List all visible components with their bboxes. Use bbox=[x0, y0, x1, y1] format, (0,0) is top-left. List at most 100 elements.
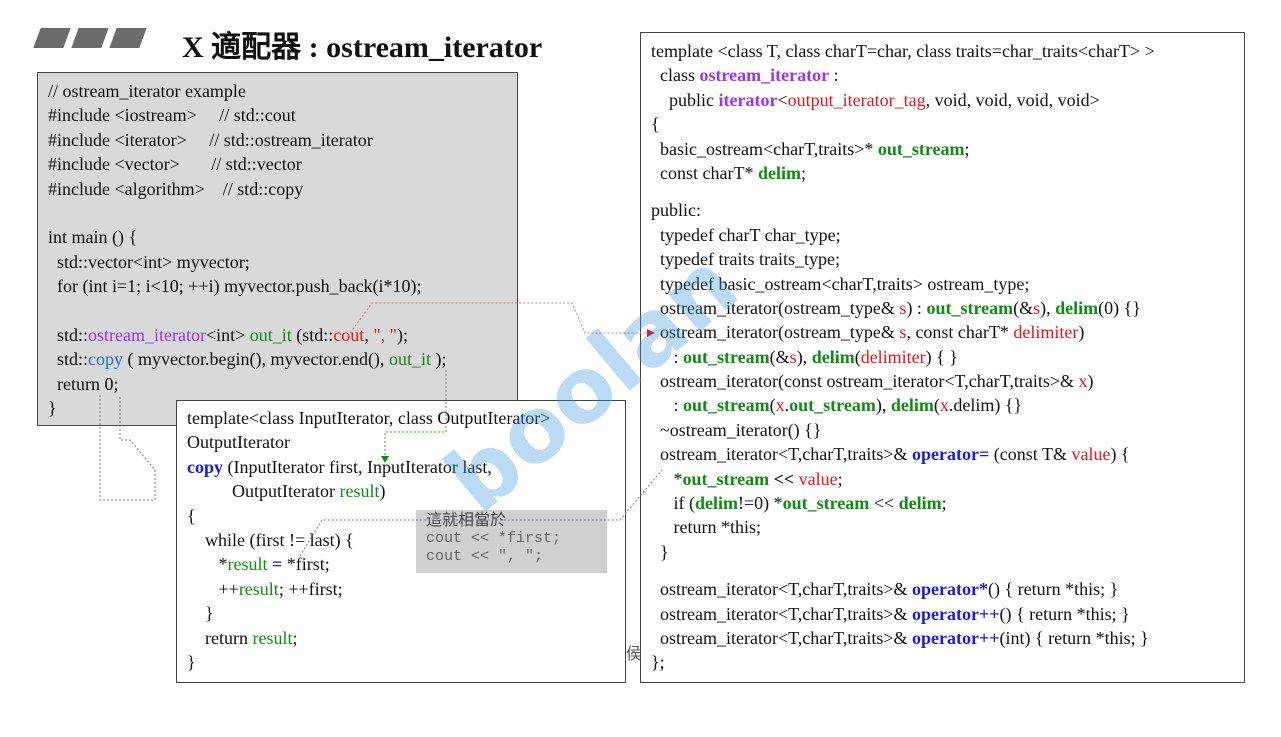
code-token: operator= bbox=[912, 444, 990, 465]
code-line: ostream_iterator(ostream_type& s) : out_… bbox=[651, 296, 1234, 320]
code-token: ostream_iterator(ostream_type& bbox=[651, 297, 900, 318]
code-token: out_it bbox=[249, 324, 292, 345]
code-token: ) { } bbox=[925, 346, 958, 367]
equivalence-note: 這就相當於 cout << *first; cout << ", "; bbox=[416, 510, 607, 573]
code-token: , const charT* bbox=[906, 322, 1014, 343]
code-token: ) { bbox=[1110, 444, 1130, 465]
code-token: ; bbox=[800, 162, 806, 183]
code-token: class bbox=[651, 65, 700, 86]
code-token: delim bbox=[757, 162, 801, 183]
code-token: x bbox=[775, 395, 785, 416]
code-line: public iterator<output_iterator_tag, voi… bbox=[651, 88, 1234, 112]
code-token: delim bbox=[811, 346, 855, 367]
code-token: result bbox=[339, 481, 380, 502]
code-token: out_stream bbox=[789, 395, 876, 416]
code-token: typedef traits traits_type; bbox=[651, 249, 840, 270]
code-token: return *this; bbox=[651, 517, 762, 538]
code-line: return 0; bbox=[48, 372, 507, 396]
code-token: ostream_iterator<T,charT,traits>& bbox=[651, 627, 913, 648]
code-token: (& bbox=[769, 346, 790, 367]
code-token: output_iterator_tag bbox=[787, 89, 926, 110]
code-token: ; bbox=[964, 138, 970, 159]
code-token: const charT* bbox=[651, 162, 758, 183]
code-line: } bbox=[651, 540, 1234, 564]
code-line: std::copy ( myvector.begin(), myvector.e… bbox=[48, 347, 507, 371]
code-token: while (first != last) { bbox=[187, 529, 354, 550]
code-line: #include <iostream> // std::cout bbox=[48, 103, 507, 127]
code-token: delim bbox=[695, 493, 738, 514]
code-line: for (int i=1; i<10; ++i) myvector.push_b… bbox=[48, 274, 507, 298]
code-token: typedef charT char_type; bbox=[651, 224, 841, 245]
code-token: ", " bbox=[373, 324, 398, 345]
code-token: }; bbox=[651, 652, 665, 673]
code-line: } bbox=[187, 650, 615, 674]
code-token: .delim) {} bbox=[948, 395, 1023, 416]
code-line: std::ostream_iterator<int> out_it (std::… bbox=[48, 323, 507, 347]
code-token: std::vector<int> myvector; bbox=[48, 251, 250, 272]
code-line: ++result; ++first; bbox=[187, 577, 615, 601]
code-token: ; bbox=[292, 627, 298, 648]
code-line: const charT* delim; bbox=[651, 161, 1234, 185]
code-token: ostream_iterator<T,charT,traits>& bbox=[651, 603, 913, 624]
code-line: : out_stream(&s), delim(delimiter) { } bbox=[651, 345, 1234, 369]
code-token: copy bbox=[187, 456, 223, 477]
code-token: ostream_iterator bbox=[88, 324, 206, 345]
code-token: } bbox=[187, 651, 196, 672]
code-token: ostream_iterator<T,charT,traits>& bbox=[651, 444, 913, 465]
code-token: typedef basic_ostream<charT,traits> ostr… bbox=[651, 273, 1030, 294]
code-token: value bbox=[798, 468, 838, 489]
code-token: ~ostream_iterator() {} bbox=[651, 419, 822, 440]
code-token: public bbox=[651, 89, 719, 110]
author-fragment: 侯 bbox=[626, 646, 643, 663]
code-token: return 0; bbox=[48, 373, 119, 394]
code-token: , void, void, void, void> bbox=[925, 89, 1100, 110]
code-token: operator++ bbox=[912, 627, 1000, 648]
code-token: return bbox=[187, 627, 253, 648]
code-token: s bbox=[789, 346, 797, 367]
code-token: out_stream bbox=[877, 138, 965, 159]
code-token: } bbox=[187, 603, 214, 624]
code-line: #include <iterator> // std::ostream_iter… bbox=[48, 128, 507, 152]
code-line: typedef basic_ostream<charT,traits> ostr… bbox=[651, 272, 1234, 296]
code-token: ) : bbox=[906, 297, 927, 318]
code-token: OutputIterator bbox=[187, 481, 340, 502]
code-line: #include <algorithm> // std::copy bbox=[48, 177, 507, 201]
code-line: std::vector<int> myvector; bbox=[48, 250, 507, 274]
code-line: template <class T, class charT=char, cla… bbox=[651, 39, 1234, 63]
code-token: (int) { return *this; } bbox=[999, 627, 1149, 648]
code-token: operator++ bbox=[912, 603, 1000, 624]
code-token: () { return *this; } bbox=[988, 579, 1119, 600]
code-line: ostream_iterator<T,charT,traits>& operat… bbox=[651, 442, 1234, 466]
code-line: return *this; bbox=[651, 515, 1234, 539]
code-token: out_stream bbox=[682, 468, 770, 489]
code-token: : bbox=[829, 65, 839, 86]
code-token: out_stream bbox=[926, 297, 1014, 318]
code-line: public: bbox=[651, 198, 1234, 222]
code-token: ); bbox=[397, 324, 409, 345]
code-token: * bbox=[651, 468, 683, 489]
code-token: (const T& bbox=[989, 444, 1072, 465]
code-token: (std:: bbox=[291, 324, 334, 345]
code-token: out_stream bbox=[683, 395, 770, 416]
code-line: }; bbox=[651, 650, 1234, 674]
code-token: ; bbox=[941, 493, 947, 514]
code-token: ), bbox=[1040, 297, 1056, 318]
code-token: delim bbox=[890, 395, 934, 416]
code-line: int main () { bbox=[48, 225, 507, 249]
code-token: } bbox=[48, 398, 57, 419]
code-token: OutputIterator bbox=[187, 432, 290, 453]
code-token: ostream_iterator<T,charT,traits>& bbox=[651, 579, 913, 600]
code-token: template<class InputIterator, class Outp… bbox=[187, 408, 551, 428]
code-token: { bbox=[651, 114, 660, 135]
code-token: basic_ostream<charT,traits>* bbox=[651, 138, 878, 159]
code-token: // ostream_iterator example bbox=[48, 81, 246, 101]
code-token: iterator bbox=[718, 89, 778, 110]
code-token: std:: bbox=[48, 324, 89, 345]
note-heading: 這就相當於 bbox=[426, 512, 507, 529]
code-token: result bbox=[238, 578, 279, 599]
code-line: ostream_iterator(const ostream_iterator<… bbox=[651, 369, 1234, 393]
code-token: template <class T, class charT=char, cla… bbox=[651, 41, 1155, 61]
code-token: < bbox=[777, 89, 788, 110]
code-token: << bbox=[869, 493, 899, 514]
